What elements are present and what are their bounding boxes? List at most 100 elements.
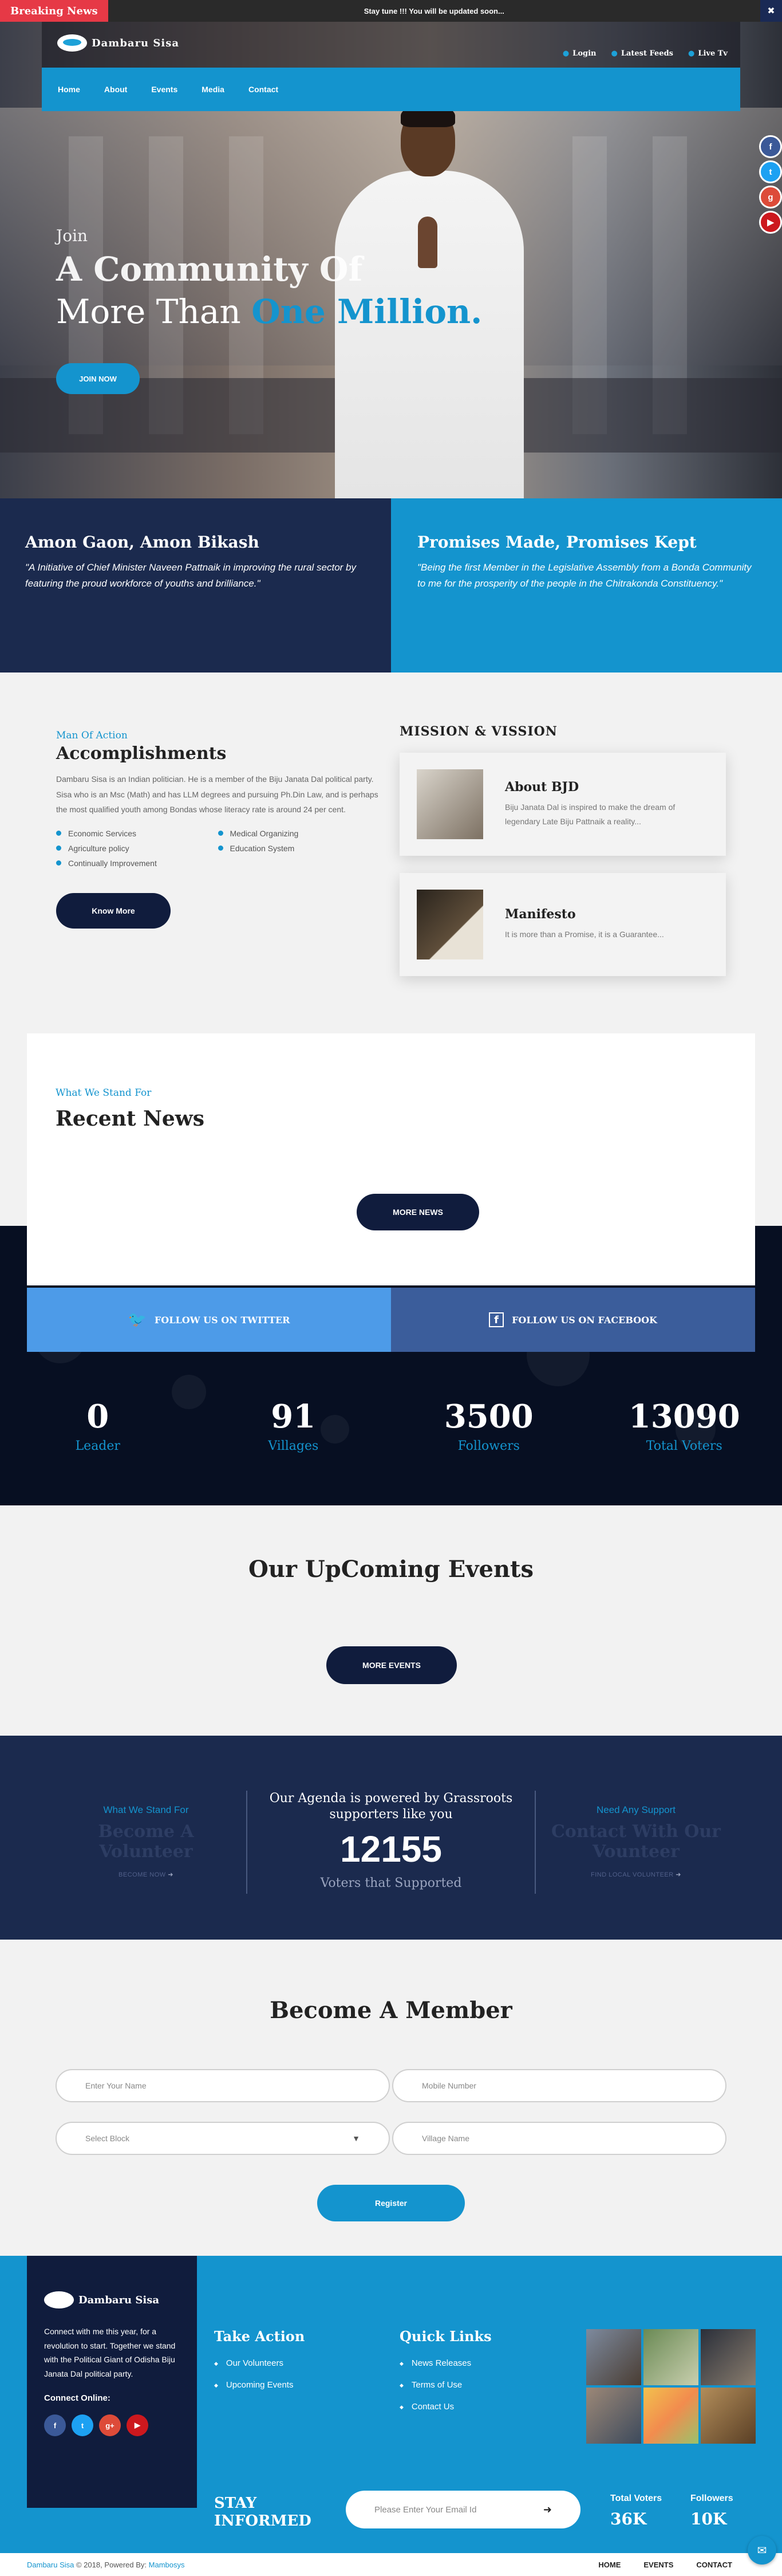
register-button[interactable]: Register [317,2185,465,2221]
user-icon: ● [562,49,570,58]
member-section: Become A Member Enter Your Name Mobile N… [0,1940,782,2256]
agenda-label: Voters that Supported [320,1876,462,1890]
latest-feeds-label: Latest Feeds [621,49,673,58]
stat-value: 10K [690,2510,727,2528]
promise-right-text: "Being the first Member in the Legislati… [417,562,752,589]
card-title: Manifesto [505,907,576,922]
accomplishments-text: Dambaru Sisa is an Indian politician. He… [56,774,378,815]
gallery-image[interactable] [586,2388,641,2444]
gallery-image[interactable] [586,2329,641,2385]
copyright-middle: © 2018, Powered By: [74,2560,149,2569]
mission-column: MISSION & VISSION About BJD Biju Janata … [400,724,726,976]
live-tv-label: Live Tv [698,49,728,58]
agenda-value: 12155 [340,1828,442,1870]
list-item: Education System [218,844,380,853]
youtube-icon[interactable]: ▶ [127,2414,148,2436]
hero-line-1: A Community Of [56,250,363,289]
find-volunteer-link[interactable]: FIND LOCAL VOLUNTEER ➜ [542,1871,730,1878]
more-news-button[interactable]: MORE NEWS [357,1194,479,1230]
twitter-icon[interactable]: t [72,2414,93,2436]
login-label: Login [572,49,597,58]
gallery-image[interactable] [643,2329,698,2385]
become-now-link[interactable]: BECOME NOW ➜ [52,1871,240,1878]
gallery-image[interactable] [701,2388,756,2444]
footer-social: f t g+ ▶ [44,2414,180,2436]
chevron-down-icon: ▼ [352,2134,360,2143]
mobile-field[interactable]: Mobile Number [392,2069,726,2102]
support-kicker: Need Any Support [597,1804,676,1815]
follow-twitter-button[interactable]: 🐦 FOLLOW US ON TWITTER [27,1288,391,1352]
followers-stat: Followers 10K [690,2494,733,2528]
hero-headline: Join A Community Of More Than One Millio… [56,226,482,331]
google-plus-icon[interactable]: g [759,186,782,209]
footer-link[interactable]: Terms of Use [400,2374,492,2396]
stat-value: 36K [610,2510,647,2528]
stat-label: Total Voters [610,2494,662,2503]
logo-text: Dambaru Sisa [78,2294,160,2306]
block-placeholder: Select Block [85,2134,130,2143]
newsletter-email-input[interactable]: Please Enter Your Email Id ➜ [346,2491,580,2528]
join-now-button[interactable]: JOIN NOW [56,363,140,394]
accomplishments-column: Man Of Action Accomplishments Dambaru Si… [56,730,380,929]
name-field[interactable]: Enter Your Name [56,2069,390,2102]
nav-media[interactable]: Media [202,85,224,94]
village-placeholder: Village Name [422,2134,470,2143]
take-action-title: Take Action [214,2328,305,2345]
footer: Dambaru Sisa Connect with me this year, … [0,2256,782,2553]
close-icon[interactable]: ✖ [760,0,782,22]
site-logo[interactable]: Dambaru Sisa [57,34,179,52]
bottom-link-events[interactable]: EVENTS [643,2561,673,2569]
facebook-icon[interactable]: f [44,2414,66,2436]
village-field[interactable]: Village Name [392,2122,726,2155]
name-placeholder: Enter Your Name [85,2081,147,2090]
bottom-links: HOME EVENTS CONTACT [598,2561,755,2569]
google-plus-icon[interactable]: g+ [99,2414,121,2436]
mail-icon[interactable]: ✉ [748,2536,776,2565]
footer-link[interactable]: Our Volunteers [214,2353,305,2374]
footer-link[interactable]: News Releases [400,2353,492,2374]
nav-contact[interactable]: Contact [248,85,278,94]
bottom-link-contact[interactable]: CONTACT [696,2561,732,2569]
youtube-icon[interactable]: ▶ [759,211,782,234]
about-bjd-card[interactable]: About BJD Biju Janata Dal is inspired to… [400,753,726,856]
footer-link[interactable]: Contact Us [400,2396,492,2418]
footer-link[interactable]: Upcoming Events [214,2374,305,2396]
copyright-text: Dambaru Sisa © 2018, Powered By: Mambosy… [27,2561,185,2569]
main-nav: Home About Events Media Contact [42,68,740,111]
footer-gallery [586,2329,756,2444]
nav-events[interactable]: Events [151,85,177,94]
logo-mark-icon [44,2291,74,2308]
nav-home[interactable]: Home [58,85,80,94]
more-events-button[interactable]: MORE EVENTS [326,1646,457,1684]
gallery-image[interactable] [701,2329,756,2385]
promise-left-panel: Amon Gaon, Amon Bikash "A Initiative of … [0,498,391,672]
facebook-icon[interactable]: f [759,135,782,158]
list-item: Economic Services [56,829,218,838]
live-tv-link[interactable]: ● Live Tv [688,49,728,58]
logo-mark-icon [57,34,87,52]
footer-logo[interactable]: Dambaru Sisa [44,2291,180,2308]
copyright-brand[interactable]: Dambaru Sisa [27,2561,74,2569]
gallery-image[interactable] [643,2388,698,2444]
card-title: About BJD [505,779,579,795]
manifesto-card[interactable]: Manifesto It is more than a Promise, it … [400,873,726,976]
promise-right-panel: Promises Made, Promises Kept "Being the … [391,498,782,672]
arrow-right-icon: ➜ [168,1871,173,1878]
know-more-button[interactable]: Know More [56,892,171,929]
stat-label: Followers [690,2494,733,2503]
twitter-bird-icon: 🐦 [128,1311,147,1328]
bottom-link-home[interactable]: HOME [598,2561,621,2569]
block-select[interactable]: Select Block ▼ [56,2122,390,2155]
member-title: Become A Member [270,1997,512,2024]
take-action-column: Take Action Our Volunteers Upcoming Even… [214,2328,305,2396]
login-link[interactable]: ● Login [563,49,597,58]
powered-by-link[interactable]: Mambosys [149,2561,185,2569]
twitter-icon[interactable]: t [759,160,782,183]
stats-row: 0 Leader 91 Villages 3500 Followers 13090 To… [0,1398,782,1453]
latest-feeds-link[interactable]: ● Latest Feeds [611,49,673,58]
copyright-bar: Dambaru Sisa © 2018, Powered By: Mambosy… [0,2553,782,2576]
follow-facebook-button[interactable]: f FOLLOW US ON FACEBOOK [391,1288,755,1352]
arrow-right-icon[interactable]: ➜ [543,2504,552,2516]
list-item: Medical Organizing [218,829,380,838]
nav-about[interactable]: About [104,85,127,94]
